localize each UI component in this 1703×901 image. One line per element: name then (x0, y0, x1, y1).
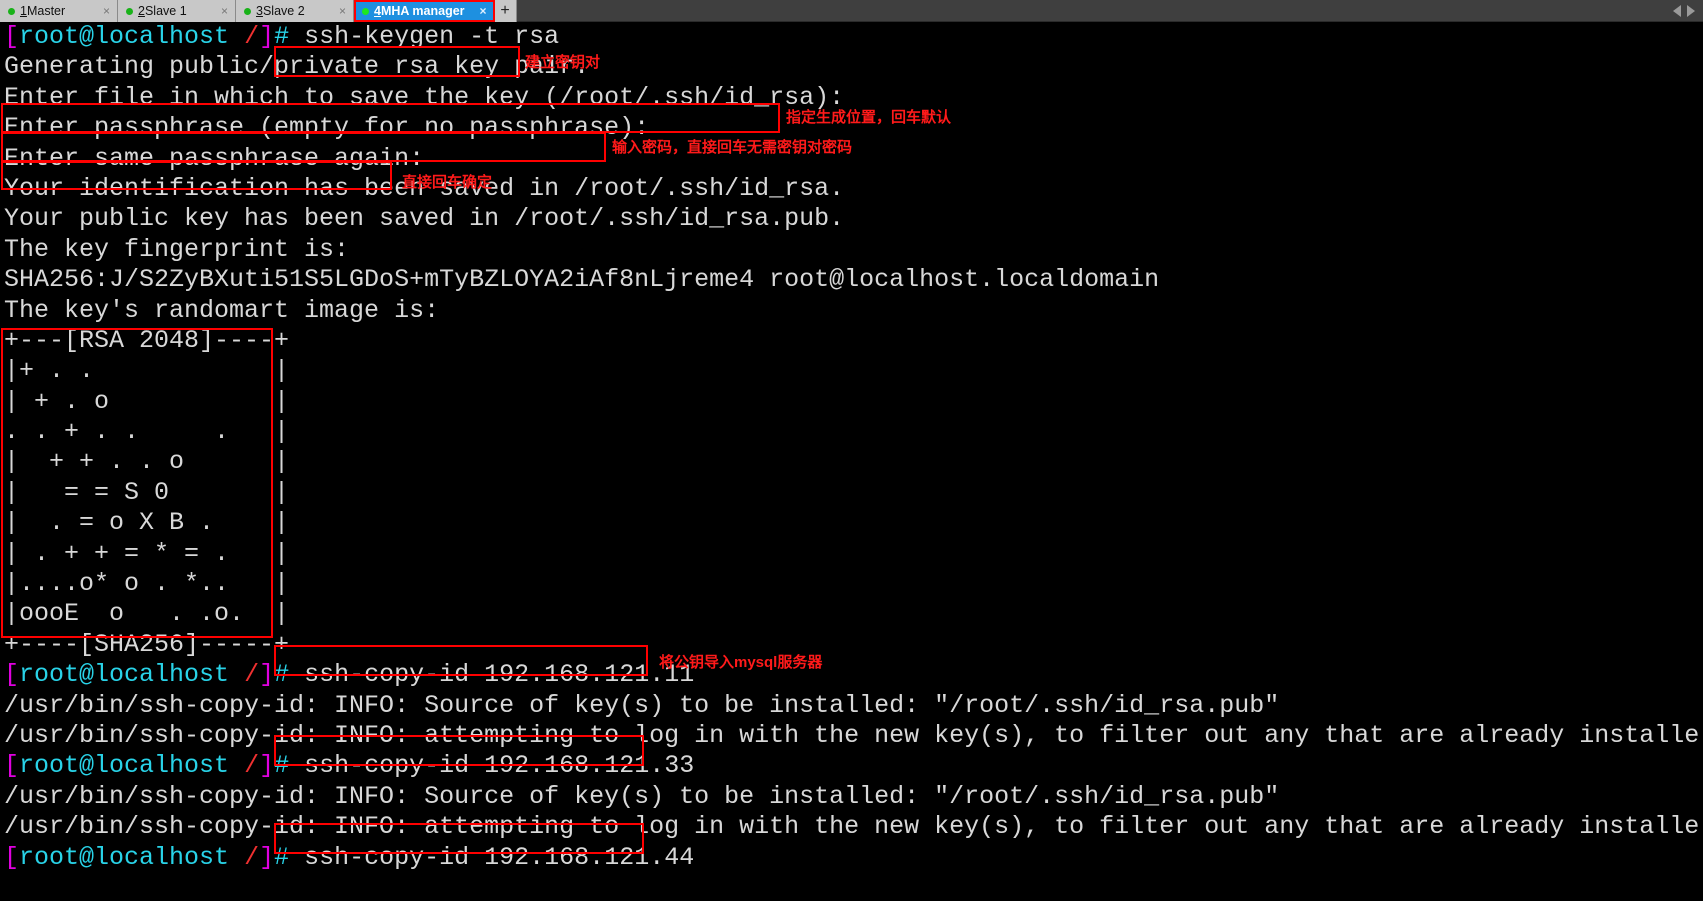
tab-label: 1Master (20, 4, 66, 18)
tab-status-dot-icon (126, 7, 133, 15)
terminal-output: [root@localhost /]# ssh-keygen -t rsa Gen… (4, 22, 1703, 873)
annotation-text-a1: 建立密钥对 (525, 54, 601, 71)
terminal-output-line: +----[SHA256]-----+ (4, 629, 290, 659)
terminal-output-line: The key's randomart image is: (4, 295, 440, 325)
tab-scroll-controls (1673, 0, 1703, 21)
prompt-open-bracket: [ (4, 660, 20, 690)
prompt-user-host: root@localhost (19, 22, 230, 51)
scroll-left-icon[interactable] (1673, 4, 1681, 17)
prompt-close-bracket: ] (259, 660, 275, 690)
terminal-output-line: | + . o | (4, 386, 290, 416)
prompt-sigil: # (274, 660, 290, 690)
close-icon[interactable]: × (211, 5, 228, 17)
prompt-user-host: root@localhost (19, 751, 230, 781)
terminal-command[interactable]: ssh-copy-id 192.168.121.33 (304, 751, 694, 780)
tab-name: Master (26, 4, 66, 18)
terminal-screen[interactable]: [root@localhost /]# ssh-keygen -t rsa Gen… (0, 22, 1703, 901)
terminal-output-line: |+ . . | (4, 356, 290, 386)
terminal-prompt-line: [root@localhost /]# ssh-copy-id 192.168.… (4, 751, 1703, 781)
prompt-open-bracket: [ (4, 842, 20, 872)
terminal-output-line: Your identification has been saved in /r… (4, 173, 845, 203)
terminal-output-line: /usr/bin/ssh-copy-id: INFO: Source of ke… (4, 690, 1280, 720)
tab-bar-empty-area (516, 0, 1673, 21)
annotation-text-a3: 输入密码，直接回车无需密钥对密码 (612, 139, 853, 156)
prompt-space-2 (289, 660, 304, 689)
close-icon[interactable]: × (329, 5, 346, 17)
prompt-sigil: # (274, 22, 290, 51)
terminal-output-line: | + + . . o | (4, 447, 290, 477)
tab-status-dot-icon (8, 7, 15, 15)
terminal-output-line: |oooE o . .o. | (4, 599, 290, 629)
tab-label: 2Slave 1 (138, 4, 187, 18)
prompt-space-2 (289, 22, 304, 51)
tab-slave-2[interactable]: 3Slave 2 × (236, 0, 354, 22)
terminal-output-line: |....o* o . *.. | (4, 569, 290, 599)
annotation-text-a4: 直接回车确定 (402, 174, 493, 191)
terminal-command[interactable]: ssh-copy-id 192.168.121.11 (304, 660, 694, 689)
tab-slave-1[interactable]: 2Slave 1 × (118, 0, 236, 22)
close-icon[interactable]: × (93, 5, 110, 17)
tab-name: Slave 2 (262, 4, 305, 18)
tab-mha-manager[interactable]: 4MHA manager × (354, 0, 495, 22)
terminal-output-line: Generating public/private rsa key pair. (4, 52, 590, 82)
terminal-output-line: The key fingerprint is: (4, 234, 350, 264)
terminal-prompt-line: [root@localhost /]# ssh-keygen -t rsa (4, 22, 1703, 52)
terminal-output-line: Enter same passphrase again: (4, 143, 440, 173)
prompt-space-2 (289, 751, 304, 780)
new-tab-button[interactable]: + (494, 0, 517, 22)
terminal-output-line: | = = S 0 | (4, 477, 290, 507)
scroll-right-icon[interactable] (1687, 4, 1695, 17)
prompt-user-host: root@localhost (19, 842, 230, 872)
terminal-output-line: Your public key has been saved in /root/… (4, 204, 845, 234)
terminal-output-line: | . + + = * = . | (4, 538, 290, 568)
terminal-output-line: +---[RSA 2048]----+ (4, 325, 290, 355)
prompt-path: / (244, 660, 260, 690)
terminal-output-line: | . = o X B . | (4, 508, 290, 538)
terminal-output-line: /usr/bin/ssh-copy-id: INFO: attempting t… (4, 720, 1700, 750)
prompt-close-bracket: ] (259, 22, 275, 51)
prompt-path: / (244, 751, 260, 781)
annotation-text-a2: 指定生成位置，回车默认 (786, 109, 952, 126)
prompt-sigil: # (274, 842, 290, 872)
terminal-tab-bar: 1Master × 2Slave 1 × 3Slave 2 × 4MHA man… (0, 0, 1703, 22)
tab-label: 4MHA manager (374, 4, 465, 18)
terminal-output-line: /usr/bin/ssh-copy-id: INFO: Source of ke… (4, 781, 1280, 811)
tab-name: MHA manager (380, 4, 465, 18)
prompt-user-host: root@localhost (19, 660, 230, 690)
prompt-open-bracket: [ (4, 751, 20, 781)
tab-status-dot-icon (244, 7, 251, 15)
terminal-prompt-line: [root@localhost /]# ssh-copy-id 192.168.… (4, 660, 1703, 690)
prompt-path: / (244, 842, 260, 872)
terminal-output-line: /usr/bin/ssh-copy-id: INFO: attempting t… (4, 812, 1700, 842)
tab-label: 3Slave 2 (256, 4, 305, 18)
prompt-sigil: # (274, 751, 290, 781)
prompt-close-bracket: ] (259, 842, 275, 872)
close-icon[interactable]: × (470, 5, 487, 17)
annotation-text-a5: 将公钥导入mysql服务器 (659, 654, 823, 671)
prompt-open-bracket: [ (4, 22, 20, 51)
prompt-close-bracket: ] (259, 751, 275, 781)
terminal-prompt-line: [root@localhost /]# ssh-copy-id 192.168.… (4, 843, 1703, 873)
tab-status-dot-icon (362, 7, 369, 15)
tab-name: Slave 1 (144, 4, 187, 18)
prompt-path: / (244, 22, 260, 51)
terminal-output-line: SHA256:J/S2ZyBXuti51S5LGDoS+mTyBZLOYA2iA… (4, 265, 1160, 295)
terminal-output-line: . . + . . . | (4, 417, 290, 447)
terminal-command[interactable]: ssh-copy-id 192.168.121.44 (304, 843, 694, 872)
prompt-space-2 (289, 843, 304, 872)
tab-master[interactable]: 1Master × (0, 0, 118, 22)
terminal-command[interactable]: ssh-keygen -t rsa (304, 22, 559, 51)
